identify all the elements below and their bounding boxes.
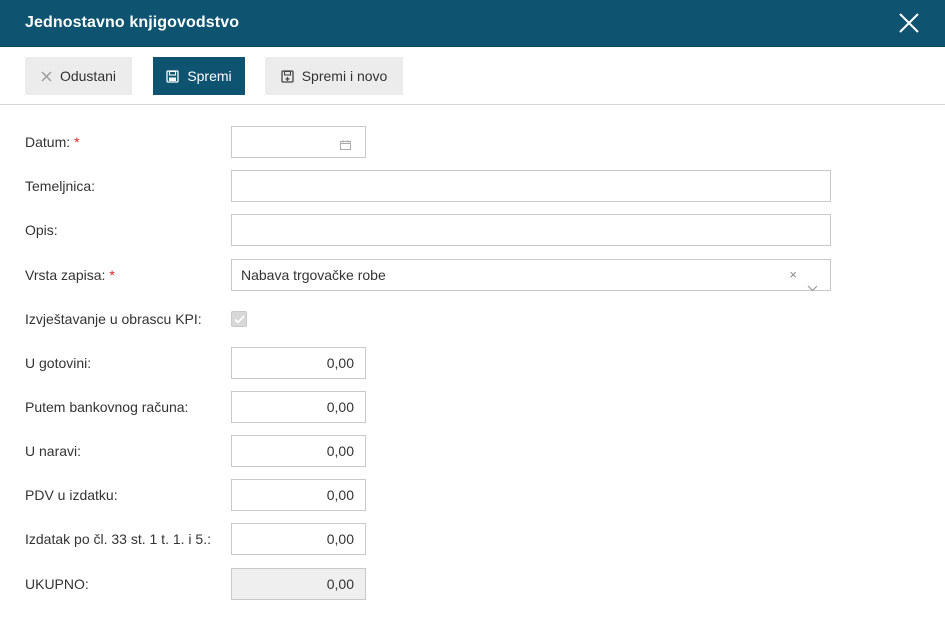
dialog-title: Jednostavno knjigovodstvo: [25, 14, 240, 31]
ukupno-label: UKUPNO:: [25, 576, 89, 592]
toolbar: Odustani Spremi Spremi i novo: [0, 47, 945, 105]
x-icon: [41, 71, 52, 82]
form-row-vrsta-zapisa: Vrsta zapisa: * Nabava trgovačke robe ×: [0, 259, 945, 292]
form-row-u-gotovini: U gotovini: 0,00: [0, 347, 945, 379]
dialog-title-bar: Jednostavno knjigovodstvo: [0, 0, 945, 47]
form-row-izvjestavanje-kpi: Izvještavanje u obrascu KPI:: [0, 303, 945, 335]
form-row-putem-bankovnog: Putem bankovnog računa: 0,00: [0, 391, 945, 423]
close-icon[interactable]: [899, 13, 919, 33]
save-button[interactable]: Spremi: [153, 57, 245, 95]
opis-input[interactable]: [231, 214, 831, 246]
clear-selection-icon[interactable]: ×: [789, 260, 797, 290]
form-row-temeljnica: Temeljnica:: [0, 170, 945, 202]
vrsta-zapisa-label: Vrsta zapisa: *: [25, 259, 115, 291]
pdv-u-izdatku-label: PDV u izdatku:: [25, 487, 118, 503]
form-row-pdv-u-izdatku: PDV u izdatku: 0,00: [0, 479, 945, 511]
cancel-button[interactable]: Odustani: [25, 57, 132, 95]
temeljnica-input[interactable]: [231, 170, 831, 202]
required-mark: *: [74, 134, 80, 150]
calendar-icon[interactable]: [340, 137, 351, 153]
temeljnica-label: Temeljnica:: [25, 178, 96, 194]
izdatak-po-cl-label: Izdatak po čl. 33 st. 1 t. 1. i 5.:: [25, 531, 211, 547]
floppy-disk-icon: [166, 69, 179, 83]
save-and-new-button[interactable]: Spremi i novo: [265, 57, 403, 95]
izdatak-po-cl-input[interactable]: 0,00: [231, 523, 366, 555]
izvjestavanje-kpi-label: Izvještavanje u obrascu KPI:: [25, 311, 202, 327]
form-row-opis: Opis:: [0, 214, 945, 246]
floppy-disk-plus-icon: [281, 69, 294, 83]
form-row-izdatak-po-cl: Izdatak po čl. 33 st. 1 t. 1. i 5.: 0,00: [0, 523, 945, 555]
ukupno-value: 0,00: [231, 568, 366, 600]
form-row-datum: Datum: *: [0, 126, 945, 158]
pdv-u-izdatku-input[interactable]: 0,00: [231, 479, 366, 511]
datum-date-input[interactable]: [231, 126, 366, 158]
u-naravi-input[interactable]: 0,00: [231, 435, 366, 467]
form-row-u-naravi: U naravi: 0,00: [0, 435, 945, 467]
u-gotovini-input[interactable]: 0,00: [231, 347, 366, 379]
u-gotovini-label: U gotovini:: [25, 355, 92, 371]
cancel-button-label: Odustani: [59, 68, 117, 84]
required-mark: *: [109, 267, 115, 283]
entry-form: Datum: * Temeljnica: Opis: Vrsta zapisa: *…: [0, 105, 945, 620]
save-button-label: Spremi: [187, 68, 232, 84]
opis-label: Opis:: [25, 222, 58, 238]
u-naravi-label: U naravi:: [25, 443, 82, 459]
chevron-down-icon[interactable]: [807, 272, 818, 302]
vrsta-zapisa-label-text: Vrsta zapisa:: [25, 267, 106, 283]
izvjestavanje-kpi-checkbox[interactable]: [231, 311, 247, 327]
save-and-new-button-label: Spremi i novo: [301, 68, 388, 84]
putem-bankovnog-input[interactable]: 0,00: [231, 391, 366, 423]
vrsta-zapisa-select[interactable]: Nabava trgovačke robe ×: [231, 259, 831, 292]
putem-bankovnog-label: Putem bankovnog računa:: [25, 399, 189, 415]
datum-label-text: Datum:: [25, 134, 71, 150]
form-row-ukupno: UKUPNO: 0,00: [0, 568, 945, 600]
check-icon: [233, 314, 245, 324]
vrsta-zapisa-selected-value: Nabava trgovačke robe: [241, 267, 386, 283]
datum-label: Datum: *: [25, 126, 80, 158]
